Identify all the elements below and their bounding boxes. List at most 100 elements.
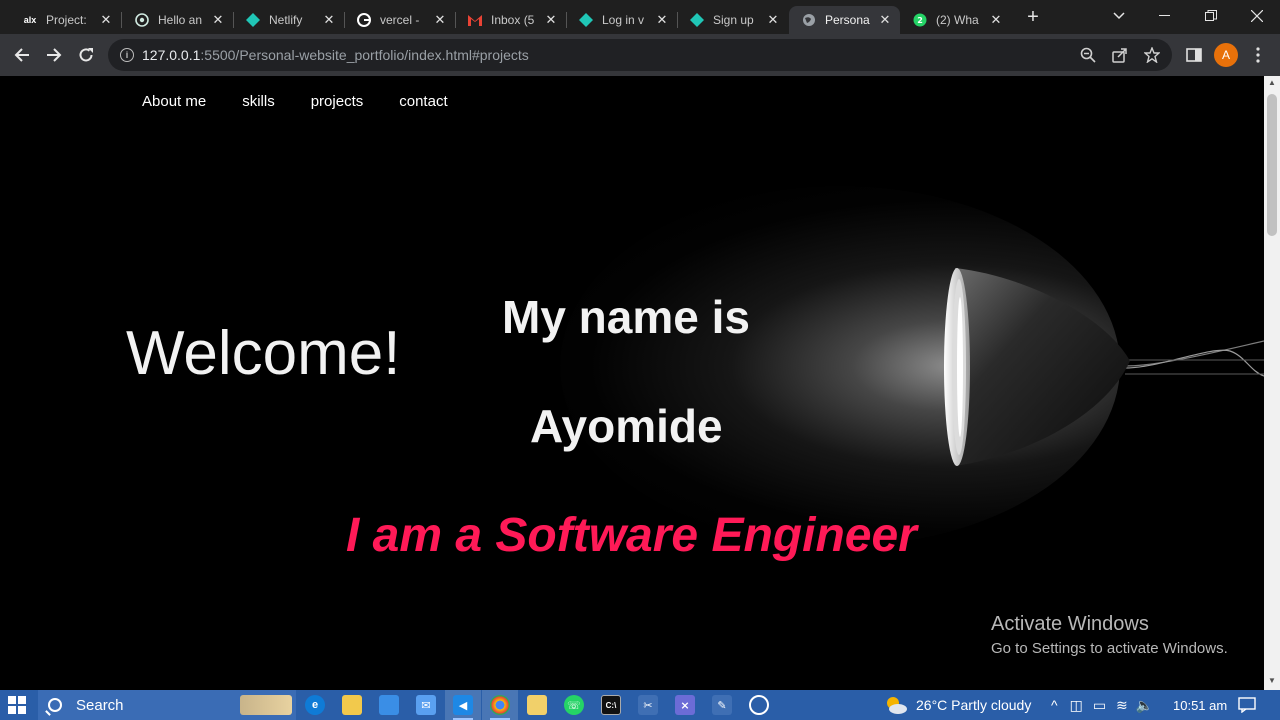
forward-button[interactable]: [42, 43, 66, 67]
globe-icon: [801, 12, 817, 28]
close-icon[interactable]: ✕: [878, 12, 892, 28]
tab-personal-active[interactable]: Persona ✕: [789, 6, 900, 34]
reload-icon: [79, 48, 93, 62]
tab-title: (2) Wha: [936, 13, 979, 27]
tab-signup[interactable]: Sign up ✕: [677, 6, 788, 34]
lamp-illustration: [944, 268, 1264, 466]
url-text[interactable]: 127.0.0.1:5500/Personal-website_portfoli…: [142, 47, 529, 63]
close-icon[interactable]: ✕: [989, 12, 1003, 28]
tray-icons: ^ ◫ ▭ ≋ 🔈: [1051, 690, 1167, 720]
reload-button[interactable]: [74, 43, 98, 67]
chrome-icon[interactable]: [490, 695, 510, 715]
site-nav: About me skills projects contact: [142, 93, 484, 110]
close-icon[interactable]: ✕: [544, 12, 558, 28]
tab-hello[interactable]: Hello an ✕: [122, 6, 233, 34]
mail-icon[interactable]: ✉: [416, 695, 436, 715]
tab-login[interactable]: Log in v ✕: [566, 6, 677, 34]
activate-windows-watermark: Activate Windows Go to Settings to activ…: [991, 613, 1228, 657]
vscode-icon[interactable]: ◀: [453, 695, 473, 715]
scroll-up-arrow-icon[interactable]: ▲: [1264, 78, 1280, 90]
wifi-icon[interactable]: ≋: [1116, 697, 1128, 714]
close-icon[interactable]: ✕: [766, 12, 780, 28]
windows-start-icon[interactable]: [8, 696, 26, 714]
minimize-button[interactable]: [1142, 0, 1188, 32]
tab-inbox[interactable]: Inbox (5 ✕: [455, 6, 566, 34]
side-panel-icon[interactable]: [1183, 44, 1205, 66]
nav-contact[interactable]: contact: [399, 93, 447, 110]
profile-avatar[interactable]: A: [1214, 43, 1238, 67]
close-icon[interactable]: ✕: [433, 12, 447, 28]
tab-search-chevron-icon[interactable]: [1096, 0, 1142, 32]
tab-netlify[interactable]: Netlify ✕: [233, 6, 344, 34]
browser-toolbar: i 127.0.0.1:5500/Personal-website_portfo…: [0, 34, 1280, 76]
svg-text:2: 2: [917, 16, 923, 25]
tab-title: Sign up: [713, 13, 754, 27]
tab-vercel[interactable]: vercel - ✕: [344, 6, 455, 34]
alx-icon: alx: [23, 15, 37, 25]
file-explorer-icon[interactable]: [342, 695, 362, 715]
tab-title: Log in v: [602, 13, 645, 27]
site-info-icon[interactable]: i: [120, 48, 134, 62]
close-window-button[interactable]: [1234, 0, 1280, 32]
netlify-icon: [245, 12, 261, 28]
nav-projects[interactable]: projects: [311, 93, 364, 110]
restore-button[interactable]: [1188, 0, 1234, 32]
tab-title: Persona: [825, 13, 870, 27]
whatsapp-icon: 2: [912, 12, 928, 28]
search-highlight-icon[interactable]: [240, 695, 292, 715]
browser-tab-strip: alx Project: ✕ Hello an ✕ Netlify ✕ verc…: [0, 0, 1280, 34]
meet-now-icon[interactable]: ◫: [1070, 697, 1083, 714]
scroll-down-arrow-icon[interactable]: ▼: [1264, 676, 1280, 688]
windows-taskbar: Search e ✉ ◀ ☏ C:\ ✂ ⨯ ✎ 26°C Partly clo…: [0, 690, 1280, 720]
tab-title: Hello an: [158, 13, 203, 27]
search-placeholder: Search: [76, 696, 124, 714]
battery-icon[interactable]: ▭: [1093, 697, 1106, 714]
tray-chevron-up-icon[interactable]: ^: [1051, 697, 1058, 713]
nav-skills[interactable]: skills: [242, 93, 275, 110]
role-text: I am a Software Engineer: [346, 509, 917, 562]
whatsapp-taskbar-icon[interactable]: ☏: [564, 695, 584, 715]
netlify-icon: [689, 12, 705, 28]
close-icon[interactable]: ✕: [99, 12, 113, 28]
close-icon[interactable]: ✕: [211, 12, 225, 28]
google-icon: [356, 12, 372, 28]
weather-text: 26°C Partly cloudy: [916, 697, 1032, 713]
notification-icon[interactable]: [1238, 690, 1256, 720]
kebab-menu-icon[interactable]: [1247, 44, 1269, 66]
bookmark-star-icon[interactable]: [1144, 39, 1160, 71]
paint-icon[interactable]: ✎: [712, 695, 732, 715]
app-icon[interactable]: ⨯: [675, 695, 695, 715]
nav-about-me[interactable]: About me: [142, 93, 206, 110]
search-icon: [48, 698, 62, 712]
tab-whatsapp[interactable]: 2 (2) Wha ✕: [900, 6, 1011, 34]
scroll-thumb[interactable]: [1267, 94, 1277, 236]
snipping-tool-icon[interactable]: ✂: [638, 695, 658, 715]
back-arrow-icon: [14, 48, 29, 62]
clock[interactable]: 10:51 am: [1173, 690, 1227, 720]
volume-icon[interactable]: 🔈: [1136, 697, 1153, 714]
new-tab-button[interactable]: +: [1022, 6, 1044, 28]
tab-title: vercel -: [380, 13, 420, 27]
close-icon[interactable]: ✕: [322, 12, 336, 28]
zoom-icon[interactable]: [1080, 39, 1096, 71]
tab-project[interactable]: alx Project: ✕: [10, 6, 121, 34]
edge-icon[interactable]: e: [305, 695, 325, 715]
share-icon[interactable]: [1112, 39, 1128, 71]
screenshot-app-icon[interactable]: [749, 695, 769, 715]
forward-arrow-icon: [47, 48, 62, 62]
notepad-icon[interactable]: [527, 695, 547, 715]
weather-widget[interactable]: 26°C Partly cloudy: [884, 690, 1031, 720]
terminal-icon[interactable]: C:\: [601, 695, 621, 715]
tab-title: Netlify: [269, 13, 303, 27]
back-button[interactable]: [10, 43, 34, 67]
vertical-scrollbar[interactable]: ▲ ▼: [1264, 76, 1280, 690]
tab-title: Inbox (5: [491, 13, 535, 27]
watermark-subtitle: Go to Settings to activate Windows.: [991, 640, 1228, 657]
partly-cloudy-icon: [884, 695, 908, 715]
close-icon[interactable]: ✕: [655, 12, 669, 28]
watermark-title: Activate Windows: [991, 613, 1149, 635]
microsoft-store-icon[interactable]: [379, 695, 399, 715]
gmail-icon: [467, 12, 483, 28]
address-bar[interactable]: i 127.0.0.1:5500/Personal-website_portfo…: [108, 39, 1172, 71]
name-text: Ayomide: [530, 400, 723, 452]
